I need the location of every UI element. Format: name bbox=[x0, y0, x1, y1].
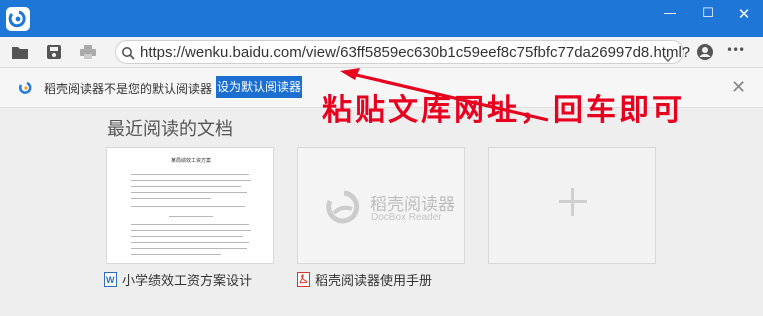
folder-icon[interactable] bbox=[11, 43, 29, 61]
annotation-text: 粘贴文库网址，回车即可 bbox=[322, 93, 685, 128]
set-default-reader-button[interactable]: 设为默认阅读器 bbox=[216, 76, 302, 98]
recent-doc-label[interactable]: 稻壳阅读器使用手册 bbox=[297, 270, 432, 289]
docbox-logo-icon[interactable] bbox=[6, 7, 30, 31]
notice-text: 稻壳阅读器不是您的默认阅读器 bbox=[44, 82, 213, 96]
more-icon[interactable]: ••• bbox=[726, 43, 750, 61]
doc-preview-title: 某局绩效工资方案 bbox=[170, 158, 211, 164]
minimize-button[interactable]: — bbox=[651, 0, 689, 30]
save-icon[interactable] bbox=[45, 43, 63, 61]
account-icon[interactable] bbox=[696, 43, 714, 61]
title-bar: — ☐ ✕ bbox=[0, 0, 763, 37]
docbox-watermark-icon bbox=[322, 187, 362, 227]
toolbar: https://wenku.baidu.com/view/63ff5859ec6… bbox=[0, 37, 763, 68]
plus-icon bbox=[559, 188, 587, 216]
add-document-card[interactable] bbox=[488, 147, 656, 264]
address-bar[interactable]: https://wenku.baidu.com/view/63ff5859ec6… bbox=[115, 40, 690, 64]
docbox-notice-icon bbox=[18, 80, 34, 96]
print-icon[interactable] bbox=[79, 43, 97, 61]
search-icon bbox=[121, 45, 135, 60]
pdf-doc-icon bbox=[297, 272, 310, 287]
maximize-button[interactable]: ☐ bbox=[689, 0, 727, 30]
url-text[interactable]: https://wenku.baidu.com/view/63ff5859ec6… bbox=[140, 44, 690, 61]
recent-doc-name: 小学绩效工资方案设计 bbox=[122, 274, 253, 289]
close-window-button[interactable]: ✕ bbox=[725, 0, 763, 30]
recent-doc-name: 稻壳阅读器使用手册 bbox=[315, 274, 433, 289]
recent-docs-title: 最近阅读的文档 bbox=[107, 119, 233, 140]
close-notice-icon[interactable]: ✕ bbox=[731, 77, 746, 98]
recent-doc-card[interactable]: 稻壳阅读器 DocBox Reader bbox=[297, 147, 465, 264]
recent-doc-label[interactable]: W 小学绩效工资方案设计 bbox=[104, 270, 252, 289]
svg-text:W: W bbox=[106, 275, 115, 285]
brand-subtitle: DocBox Reader bbox=[371, 212, 442, 223]
chevron-down-icon[interactable] bbox=[663, 48, 673, 62]
recent-doc-card[interactable]: 某局绩效工资方案 bbox=[106, 147, 274, 264]
word-doc-icon: W bbox=[104, 272, 117, 287]
